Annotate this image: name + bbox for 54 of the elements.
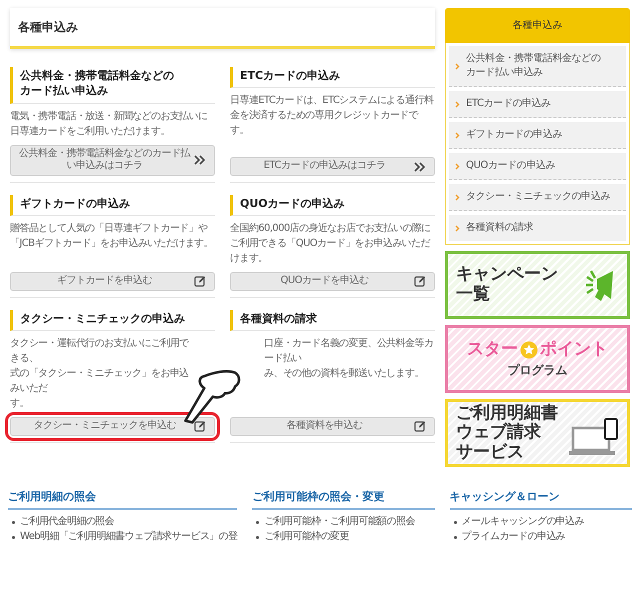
card-title: 各種資料の請求 xyxy=(230,310,435,332)
footer-heading: ご利用明細の照会 xyxy=(8,489,238,510)
edit-icon xyxy=(414,420,426,432)
card-title: タクシー・ミニチェックの申込み xyxy=(10,310,215,332)
chevron-icon xyxy=(455,132,460,138)
footer-heading: キャッシング＆ローン xyxy=(450,489,632,510)
chevron-icon xyxy=(455,194,460,200)
card-description: 日専連ETCカードは、ETCシステムによる通行料金を決済するための専用クレジットカードです。 xyxy=(230,94,435,138)
banner-link[interactable]: キャンペーン 一覧 xyxy=(445,251,630,319)
apply-button[interactable]: 公共料金・携帯電話料金などのカード払い申込みはコチラ xyxy=(10,144,215,176)
chevron-icon xyxy=(455,162,460,170)
chevron-icon xyxy=(455,100,460,108)
sidebar-heading: 各種申込み xyxy=(445,8,630,43)
laptop-phone-icon xyxy=(569,418,619,456)
edit-icon xyxy=(194,420,206,432)
banner-link[interactable]: ご利用明細書 ウェブ請求 サービス xyxy=(445,399,630,467)
card-title: 公共料金・携帯電話料金などの カード払い申込み xyxy=(10,67,215,104)
edit-icon xyxy=(194,275,206,288)
apply-button[interactable]: タクシー・ミニチェックを申込む xyxy=(10,417,215,436)
footer-link[interactable]: プライムカードの申込み xyxy=(450,528,632,544)
card-title: ETCカードの申込み xyxy=(230,67,435,88)
sidebar-link[interactable]: QUOカードの申込み xyxy=(449,153,626,180)
card-title: ギフトカードの申込み xyxy=(10,194,215,216)
apply-button[interactable]: ETCカードの申込みはコチラ xyxy=(230,157,435,176)
card-description: 全国約60,000店の身近なお店でお支払いの際にご利用できる「QUOカード」をお申込みいただけます。 xyxy=(230,222,432,266)
sidebar-link[interactable]: ギフトカードの申込み xyxy=(449,122,626,149)
sidebar-link[interactable]: タクシー・ミニチェックの申込み xyxy=(449,184,626,211)
chevron-icon xyxy=(455,224,460,232)
double-chevron-icon xyxy=(414,160,426,173)
sidebar-link[interactable]: ETCカードの申込み xyxy=(449,91,626,118)
footer-link[interactable]: ご利用可能枠の変更 xyxy=(252,528,435,544)
sidebar-link[interactable]: 各種資料の請求 xyxy=(449,215,626,241)
card-description: 口座・カード名義の変更、公共料金等カード払い xyxy=(263,336,434,366)
apply-button[interactable]: 各種資料を申込む xyxy=(230,417,435,436)
footer-heading: ご利用可能枠の照会・変更 xyxy=(252,489,435,510)
apply-button[interactable]: QUOカードを申込む xyxy=(230,272,435,291)
footer-link[interactable]: ご利用代金明細の照会 xyxy=(8,514,238,528)
card-title: QUOカードの申込み xyxy=(230,194,435,216)
footer-link[interactable]: ご利用可能枠・ご利用可能額の照会 xyxy=(252,514,435,528)
double-chevron-icon xyxy=(194,154,206,166)
card-description: 電気・携帯電話・放送・新聞などのお支払いに日専連カードをご利用いただけます。 xyxy=(10,110,208,139)
footer-link[interactable]: メールキャッシングの申込み xyxy=(450,514,632,528)
card-description: タクシー・運転代行のお支払いにご利用できる、 xyxy=(10,336,190,366)
page-heading: 各種申込み xyxy=(10,8,435,49)
sidebar-link[interactable]: 公共料金・携帯電話料金などの カード払い申込み xyxy=(449,46,626,87)
footer-link[interactable]: Web明細「ご利用明細書ウェブ請求サービス」の登 xyxy=(8,528,238,544)
card-description: 贈答品として人気の「日専連ギフトカード」や「JCBギフトカード」をお申込みいただけます。 xyxy=(10,222,214,252)
banner-link[interactable]: スター ポイント プログラム xyxy=(445,325,630,393)
apply-button[interactable]: ギフトカードを申込む xyxy=(10,272,215,291)
card-description: み、その他の資料を郵送いたします。 xyxy=(263,366,425,382)
card-description: 式の「タクシー・ミニチェック」をお申込みいただ xyxy=(10,366,190,396)
card-description: す。 xyxy=(10,397,30,412)
chevron-icon xyxy=(455,62,460,70)
edit-icon xyxy=(414,275,426,288)
